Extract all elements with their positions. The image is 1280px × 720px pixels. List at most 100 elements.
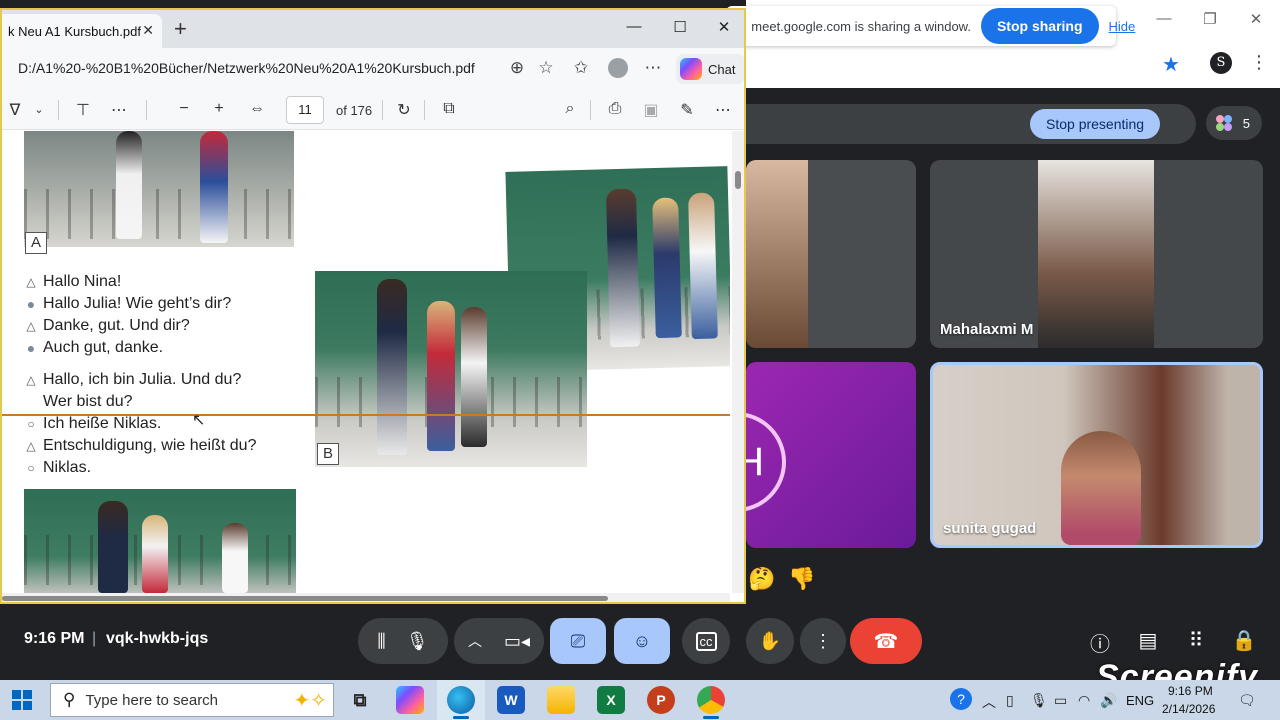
stop-sharing-button[interactable]: Stop sharing: [980, 8, 1099, 44]
participant-avatar: H: [746, 412, 786, 512]
fit-width-icon[interactable]: ⇔: [246, 100, 268, 118]
more-options-button[interactable]: ⋮: [800, 618, 846, 664]
language-indicator[interactable]: ENG: [1126, 693, 1154, 708]
person-figure: [461, 307, 487, 447]
dialog-line: Wer bist du?: [24, 393, 133, 411]
close-icon[interactable]: ✕: [1246, 10, 1266, 28]
scroll-thumb[interactable]: [2, 596, 608, 601]
dialog-line: ● Auch gut, danke.: [24, 339, 163, 357]
participant-count: 5: [1242, 115, 1250, 131]
dialog-line: △ Danke, gut. Und dir?: [24, 317, 190, 335]
rotate-icon[interactable]: ↻: [393, 100, 415, 120]
new-tab-icon[interactable]: +: [174, 16, 187, 42]
pdf-page: A B △ Hallo Nina! ● Hallo Julia! Wie geh…: [2, 131, 730, 593]
meeting-info-icon[interactable]: ⓘ: [1087, 628, 1113, 657]
leave-call-button[interactable]: ☎: [850, 618, 922, 664]
video-tile-mahalaxmi[interactable]: Mahalaxmi M: [930, 160, 1263, 348]
search-icon[interactable]: ⌕: [559, 100, 581, 118]
minimize-icon[interactable]: —: [624, 18, 644, 35]
clock-date[interactable]: 2/14/2026: [1162, 702, 1215, 716]
bookmark-star-icon[interactable]: ★: [1162, 52, 1180, 77]
edge-app-icon[interactable]: [447, 686, 475, 714]
zoom-out-icon[interactable]: −: [173, 100, 195, 118]
dialog-text: Hallo Nina!: [43, 273, 122, 290]
address-url[interactable]: D:/A1%20-%20B1%20Bücher/Netzwerk%20Neu%2…: [18, 60, 475, 76]
restore-icon[interactable]: ❐: [1200, 10, 1220, 28]
battery-icon[interactable]: ▭: [1054, 692, 1067, 709]
pdf-tab[interactable]: k Neu A1 Kursbuch.pdf ✕: [2, 14, 162, 48]
more-horizontal-icon[interactable]: ⋯: [108, 100, 130, 120]
chrome-menu-icon[interactable]: ⋮: [1250, 52, 1268, 73]
tab-close-icon[interactable]: ✕: [142, 22, 154, 39]
photo-d: [24, 489, 296, 593]
activities-icon[interactable]: ⠿: [1183, 628, 1209, 653]
zoom-in-icon[interactable]: +: [208, 100, 230, 118]
reactions-button[interactable]: ☺: [614, 618, 670, 664]
more-horizontal-icon[interactable]: ⋯: [712, 100, 734, 120]
host-controls-icon[interactable]: 🔒: [1231, 628, 1257, 653]
copilot-chat-button[interactable]: Chat: [676, 54, 744, 84]
word-app-icon[interactable]: W: [497, 686, 525, 714]
profile-avatar[interactable]: S: [1210, 52, 1232, 74]
microphone-icon[interactable]: 🎙: [1030, 692, 1048, 709]
chevron-down-icon[interactable]: ⌄: [28, 103, 50, 116]
desktop: — ❐ ✕ || meet.google.com is sharing a wi…: [0, 0, 1280, 720]
video-tile-sunita[interactable]: sunita gugad: [930, 362, 1263, 548]
notifications-icon[interactable]: 🗨: [1238, 692, 1256, 709]
minimize-icon[interactable]: —: [1154, 10, 1174, 27]
more-horizontal-icon[interactable]: ⋯: [642, 58, 664, 78]
powerpoint-app-icon[interactable]: P: [647, 686, 675, 714]
participants-button[interactable]: 5: [1206, 106, 1262, 140]
help-icon[interactable]: ?: [950, 688, 972, 710]
save-as-icon[interactable]: ✎: [676, 100, 698, 120]
microphone-button[interactable]: ⫼ 🎙: [358, 618, 448, 664]
captions-button[interactable]: cc: [682, 618, 730, 664]
close-icon[interactable]: ✕: [714, 18, 734, 36]
vertical-scrollbar[interactable]: [732, 131, 744, 593]
chevron-up-icon[interactable]: ︿: [982, 692, 996, 712]
toolbar-divider: [590, 100, 591, 120]
file-explorer-icon[interactable]: [547, 686, 575, 714]
raise-hand-button[interactable]: ✋: [746, 618, 794, 664]
volume-icon[interactable]: 🔊: [1100, 692, 1117, 709]
wifi-icon[interactable]: ◠: [1078, 692, 1090, 709]
scroll-thumb[interactable]: [735, 171, 741, 189]
person-figure: [377, 279, 407, 455]
taskbar-search[interactable]: ⚲ Type here to search ✦✧: [50, 683, 334, 717]
dialog-text: Danke, gut. Und dir?: [43, 317, 190, 334]
clock-time[interactable]: 9:16 PM: [1168, 684, 1213, 698]
task-view-icon[interactable]: ⧉: [346, 686, 374, 714]
horizontal-scrollbar[interactable]: [2, 593, 730, 602]
profile-avatar[interactable]: [608, 58, 628, 78]
text-box-icon[interactable]: ⊤: [72, 100, 94, 120]
start-windows-icon[interactable]: [12, 690, 32, 710]
video-tile-1[interactable]: [746, 160, 916, 348]
pdf-titlebar: k Neu A1 Kursbuch.pdf ✕ + — ☐ ✕: [2, 10, 744, 48]
favorites-icon[interactable]: ✩: [570, 58, 592, 78]
maximize-icon[interactable]: ☐: [670, 18, 690, 36]
dialog-marker: △: [26, 439, 36, 453]
stop-presenting-button[interactable]: Stop presenting: [1030, 109, 1161, 139]
copilot-app-icon[interactable]: [396, 686, 424, 714]
save-icon[interactable]: ▣: [640, 100, 662, 120]
excel-app-icon[interactable]: X: [597, 686, 625, 714]
page-number-input[interactable]: 11: [286, 96, 324, 124]
dialog-marker: ●: [26, 296, 36, 312]
print-icon[interactable]: ⎙: [604, 100, 626, 118]
page-view-icon[interactable]: ⧉: [438, 100, 460, 118]
present-button[interactable]: ⎚: [550, 618, 606, 664]
dialog-marker: △: [26, 373, 36, 387]
filter-icon[interactable]: ∇: [4, 100, 26, 120]
device-icon[interactable]: ▯: [1006, 692, 1014, 709]
mouse-cursor-icon: ↖: [192, 412, 206, 429]
chrome-app-icon[interactable]: [697, 686, 725, 714]
hide-link[interactable]: Hide: [1109, 19, 1136, 34]
zoom-icon[interactable]: ⊕: [506, 58, 528, 78]
more-vertical-icon: ⋮: [814, 630, 832, 651]
search-icon: ⚲: [63, 690, 76, 709]
camera-button[interactable]: ︿ ▭◂: [454, 618, 544, 664]
favorite-star-icon[interactable]: ☆: [535, 58, 557, 78]
tab-title: k Neu A1 Kursbuch.pdf: [8, 23, 141, 39]
video-tile-avatar[interactable]: H: [746, 362, 916, 548]
chat-icon[interactable]: ▤: [1135, 628, 1161, 653]
